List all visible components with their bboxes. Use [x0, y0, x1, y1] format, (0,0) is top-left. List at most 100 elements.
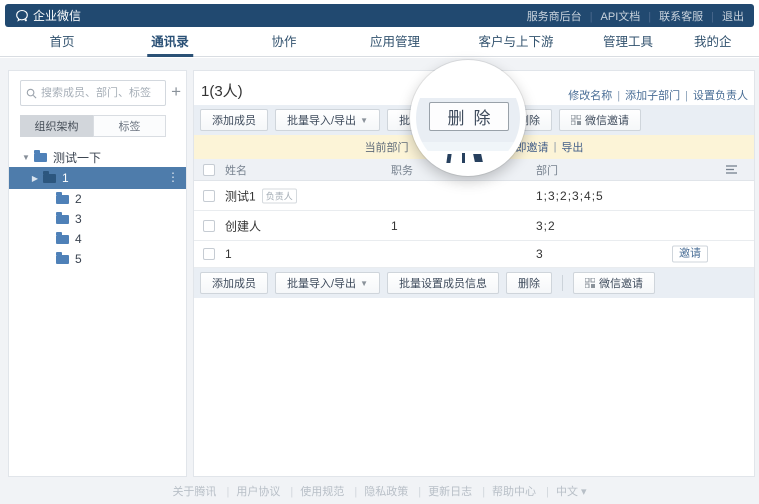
rename-link[interactable]: 修改名称 — [568, 87, 612, 103]
footer-link-privacy[interactable]: 隐私政策 — [347, 486, 408, 498]
footer-link-rules[interactable]: 使用规范 — [283, 486, 344, 498]
chevron-down-icon: ▼ — [360, 116, 368, 125]
folder-icon — [34, 153, 47, 162]
footer-link-help[interactable]: 帮助中心 — [475, 486, 536, 498]
export-link[interactable]: 导出 — [561, 139, 583, 155]
folder-icon — [56, 235, 69, 244]
notice-text: 当前部门 — [365, 139, 409, 155]
add-department-button[interactable]: + — [171, 83, 181, 100]
more-options-icon[interactable]: ⋮ — [167, 170, 179, 184]
tab-admin-tools[interactable]: 管理工具 — [599, 27, 657, 57]
qr-code-icon — [585, 278, 595, 288]
search-icon — [26, 88, 37, 99]
magnifier-lens: 删除 — [410, 60, 526, 176]
department-action-links: 修改名称 添加子部门 设置负责人 — [568, 87, 748, 103]
divider — [562, 275, 563, 291]
main-nav: 首页 通讯录 协作 应用管理 客户与上下游 管理工具 我的企业 — [0, 27, 759, 57]
sidebar-tabs: 组织架构 标签 — [20, 115, 166, 137]
member-department: 1;3;2;3;4;5 — [536, 189, 604, 203]
wechat-work-logo-icon — [15, 9, 29, 23]
footer-language-select[interactable]: 中文 ▾ — [539, 486, 586, 498]
tree-item-label: 2 — [75, 192, 82, 206]
magnified-delete-button[interactable]: 删除 — [429, 102, 509, 131]
footer-link-terms[interactable]: 用户协议 — [220, 486, 281, 498]
divider: | — [554, 141, 557, 153]
qr-code-icon — [571, 115, 581, 125]
search-input[interactable] — [41, 87, 159, 99]
column-title: 职务 — [391, 162, 413, 178]
page-title: 1(3人) — [201, 80, 243, 101]
table-row[interactable]: 测试1负责人 1;3;2;3;4;5 — [194, 181, 754, 211]
department-tree: ▼ 测试一下 ▶ 1 ⋮ 2 3 4 5 — [9, 147, 186, 269]
wechat-invite-button[interactable]: 微信邀请 — [559, 109, 641, 131]
add-member-button[interactable]: 添加成员 — [200, 109, 268, 131]
search-box — [20, 80, 166, 106]
chevron-down-icon[interactable]: ▼ — [21, 153, 31, 162]
top-bar: 企业微信 服务商后台 API文档 联系客服 退出 — [5, 4, 754, 27]
tab-collaboration[interactable]: 协作 — [267, 27, 300, 57]
table-row[interactable]: 创建人 1 3;2 — [194, 211, 754, 241]
set-manager-link[interactable]: 设置负责人 — [680, 87, 748, 103]
manager-badge: 负责人 — [262, 188, 297, 203]
tree-item-5[interactable]: 5 — [9, 249, 186, 269]
member-name: 测试1负责人 — [225, 187, 297, 204]
lens-background — [416, 151, 520, 170]
tree-item-4[interactable]: 4 — [9, 229, 186, 249]
tab-contacts[interactable]: 通讯录 — [147, 27, 193, 57]
toolbar-bottom: 添加成员 批量导入/导出▼ 批量设置成员信息 删除 微信邀请 — [194, 268, 754, 298]
magnified-text-fragment — [462, 153, 465, 163]
folder-icon — [56, 255, 69, 264]
wechat-invite-button[interactable]: 微信邀请 — [573, 272, 655, 294]
chevron-right-icon[interactable]: ▶ — [30, 174, 40, 183]
app-logo: 企业微信 — [15, 7, 81, 24]
footer: 关于腾讯 用户协议 使用规范 隐私政策 更新日志 帮助中心 中文 ▾ — [0, 483, 759, 499]
tab-labels[interactable]: 标签 — [93, 115, 166, 137]
tree-item-label: 5 — [75, 252, 82, 266]
member-name: 创建人 — [225, 217, 261, 234]
link-logout[interactable]: 退出 — [703, 8, 744, 24]
invite-button[interactable]: 邀请 — [672, 246, 708, 263]
app-title: 企业微信 — [33, 7, 81, 24]
add-member-button[interactable]: 添加成员 — [200, 272, 268, 294]
tab-my-company[interactable]: 我的企业 — [690, 27, 736, 57]
tab-app-management[interactable]: 应用管理 — [366, 27, 424, 57]
magnified-text-fragment — [473, 154, 483, 162]
tree-item-label: 4 — [75, 232, 82, 246]
member-department: 3;2 — [536, 219, 556, 233]
footer-link-about[interactable]: 关于腾讯 — [172, 486, 216, 498]
add-subdepartment-link[interactable]: 添加子部门 — [612, 87, 680, 103]
batch-import-export-button[interactable]: 批量导入/导出▼ — [275, 109, 380, 131]
tree-item-3[interactable]: 3 — [9, 209, 186, 229]
table-row[interactable]: 1 3 邀请 — [194, 241, 754, 268]
column-department: 部门 — [536, 162, 558, 178]
tab-customers[interactable]: 客户与上下游 — [474, 27, 557, 57]
tab-org-structure[interactable]: 组织架构 — [20, 115, 93, 137]
batch-set-member-info-button[interactable]: 批量设置成员信息 — [387, 272, 499, 294]
row-checkbox[interactable] — [203, 190, 215, 202]
link-service-console[interactable]: 服务商后台 — [527, 8, 582, 24]
tree-item-1-selected[interactable]: ▶ 1 ⋮ — [9, 167, 186, 189]
batch-import-export-button[interactable]: 批量导入/导出▼ — [275, 272, 380, 294]
member-name: 1 — [225, 247, 232, 261]
link-api-docs[interactable]: API文档 — [582, 8, 641, 24]
footer-link-changelog[interactable]: 更新日志 — [411, 486, 472, 498]
column-name: 姓名 — [225, 162, 247, 178]
folder-icon — [56, 195, 69, 204]
member-department: 3 — [536, 247, 544, 261]
sidebar: + 组织架构 标签 ▼ 测试一下 ▶ 1 ⋮ 2 3 4 5 — [8, 70, 187, 477]
tree-item-label: 测试一下 — [53, 149, 101, 166]
column-settings-icon[interactable] — [725, 163, 738, 176]
lens-background — [416, 66, 520, 98]
row-checkbox[interactable] — [203, 220, 215, 232]
delete-button[interactable]: 删除 — [506, 272, 552, 294]
row-checkbox[interactable] — [203, 248, 215, 260]
lens-strip — [416, 142, 520, 151]
folder-icon — [56, 215, 69, 224]
member-title: 1 — [391, 219, 398, 233]
tab-home[interactable]: 首页 — [45, 27, 78, 57]
topbar-links: 服务商后台 API文档 联系客服 退出 — [527, 8, 744, 24]
tree-item-root[interactable]: ▼ 测试一下 — [9, 147, 186, 167]
link-contact-support[interactable]: 联系客服 — [640, 8, 703, 24]
select-all-checkbox[interactable] — [203, 164, 215, 176]
tree-item-2[interactable]: 2 — [9, 189, 186, 209]
